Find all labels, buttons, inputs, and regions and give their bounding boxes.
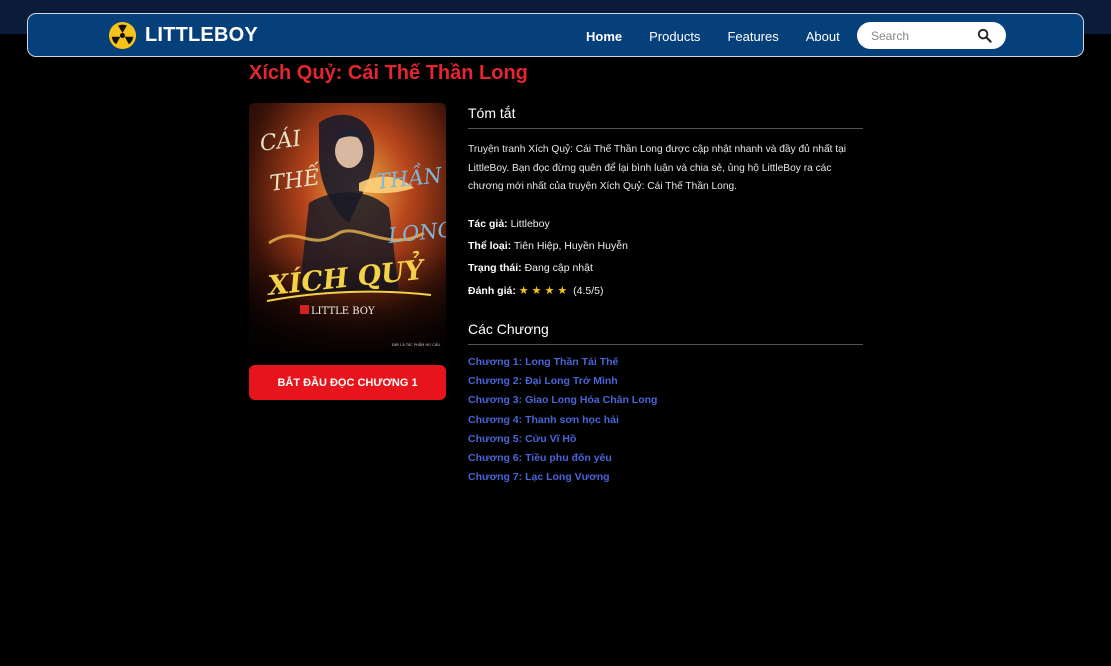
search-input[interactable] <box>871 27 971 44</box>
meta-status: Trạng thái: Đang cập nhật <box>468 262 593 274</box>
list-item: Chương 3: Giao Long Hóa Chân Long <box>468 394 657 413</box>
nav-features[interactable]: Features <box>727 29 778 44</box>
chapter-link-6[interactable]: Chương 6: Tiều phu đốn yêu <box>468 452 657 471</box>
chapter-link-5[interactable]: Chương 5: Cửu Vĩ Hồ <box>468 433 657 452</box>
summary-heading: Tóm tắt <box>468 105 863 129</box>
list-item: Chương 1: Long Thần Tái Thế <box>468 356 657 375</box>
search-box <box>857 22 1006 49</box>
chapter-link-4[interactable]: Chương 4: Thanh sơn học hải <box>468 414 657 433</box>
list-item: Chương 6: Tiều phu đốn yêu <box>468 452 657 471</box>
nav-home[interactable]: Home <box>586 29 622 44</box>
status-label: Trạng thái: <box>468 262 522 274</box>
rating-text: (4.5/5) <box>573 285 604 297</box>
genre-value: Tiên Hiệp, Huyền Huyễn <box>513 240 628 252</box>
rating-label: Đánh giá: <box>468 285 516 297</box>
comic-title: Xích Quỷ: Cái Thế Thần Long <box>249 62 528 84</box>
status-value: Đang cập nhật <box>524 262 593 274</box>
navbar: LITTLEBOY Home Products Features About <box>27 13 1084 57</box>
list-item: Chương 5: Cửu Vĩ Hồ <box>468 433 657 452</box>
nav-products[interactable]: Products <box>649 29 700 44</box>
meta-author: Tác giả: Littleboy <box>468 218 550 230</box>
author-value: Littleboy <box>510 218 550 230</box>
meta-rating: Đánh giá: ★★★★ (4.5/5) <box>468 284 604 297</box>
brand-name: LITTLEBOY <box>145 24 258 46</box>
chapter-link-1[interactable]: Chương 1: Long Thần Tái Thế <box>468 356 657 375</box>
comic-cover-image: CÁI THẾ THẦN LONG XÍCH QUỶ LITTLE BOY ĐÂ… <box>249 103 446 352</box>
main-nav: Home Products Features About <box>586 14 867 58</box>
list-item: Chương 4: Thanh sơn học hải <box>468 414 657 433</box>
list-item: Chương 7: Lạc Long Vương <box>468 471 657 490</box>
cover-footnote: ĐÂY LÀ TÁC PHẨM HƯ CẤU <box>392 342 440 347</box>
search-icon[interactable] <box>977 28 992 43</box>
rating-stars: ★★★★ <box>518 285 571 297</box>
cover-brand: LITTLE BOY <box>311 306 375 317</box>
nav-about[interactable]: About <box>806 29 840 44</box>
radiation-icon <box>108 21 137 50</box>
chapter-link-7[interactable]: Chương 7: Lạc Long Vương <box>468 471 657 490</box>
start-reading-button[interactable]: BẮT ĐẦU ĐỌC CHƯƠNG 1 <box>249 365 446 400</box>
author-label: Tác giả: <box>468 218 508 230</box>
chapter-link-2[interactable]: Chương 2: Đại Long Trở Mình <box>468 375 657 394</box>
chapters-heading: Các Chương <box>468 321 863 345</box>
list-item: Chương 2: Đại Long Trở Mình <box>468 375 657 394</box>
summary-text: Truyện tranh Xích Quỷ: Cái Thế Thần Long… <box>468 144 847 192</box>
meta-genre: Thể loại: Tiên Hiệp, Huyền Huyễn <box>468 240 628 252</box>
chapter-link-3[interactable]: Chương 3: Giao Long Hóa Chân Long <box>468 394 657 413</box>
brand-logo[interactable]: LITTLEBOY <box>108 21 258 50</box>
genre-label: Thể loại: <box>468 240 512 252</box>
chapter-list: Chương 1: Long Thần Tái Thế Chương 2: Đạ… <box>468 356 657 490</box>
